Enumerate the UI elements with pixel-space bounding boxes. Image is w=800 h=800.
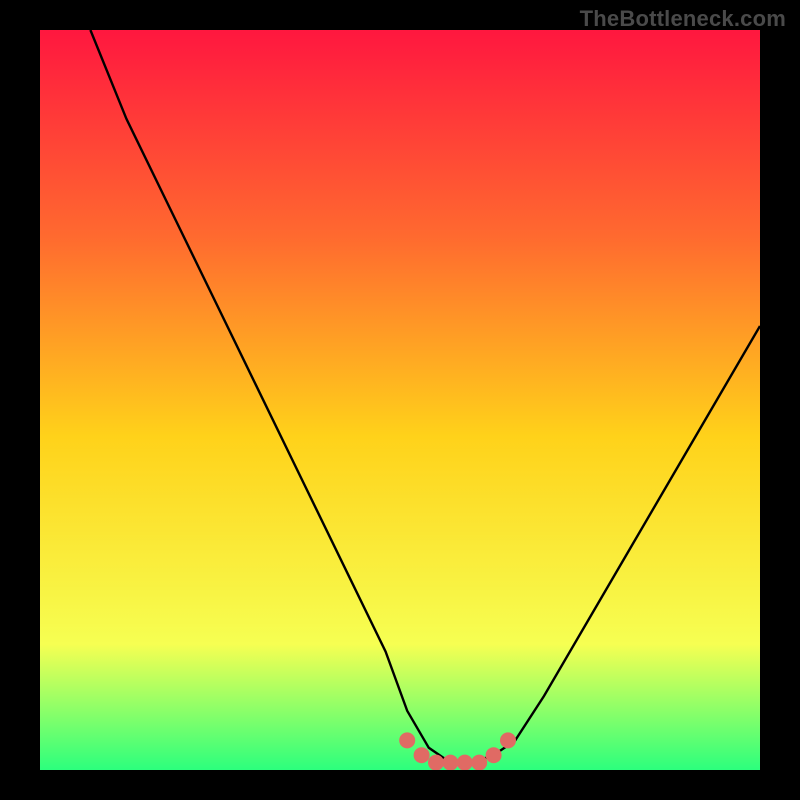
optimal-marker	[414, 747, 430, 763]
optimal-marker	[428, 755, 444, 770]
watermark-text: TheBottleneck.com	[580, 6, 786, 32]
gradient-background	[40, 30, 760, 770]
chart-svg	[40, 30, 760, 770]
optimal-marker	[457, 755, 473, 770]
optimal-marker	[399, 732, 415, 748]
bottleneck-chart	[40, 30, 760, 770]
optimal-marker	[442, 755, 458, 770]
chart-frame: TheBottleneck.com	[0, 0, 800, 800]
optimal-marker	[471, 755, 487, 770]
optimal-marker	[500, 732, 516, 748]
optimal-marker	[486, 747, 502, 763]
